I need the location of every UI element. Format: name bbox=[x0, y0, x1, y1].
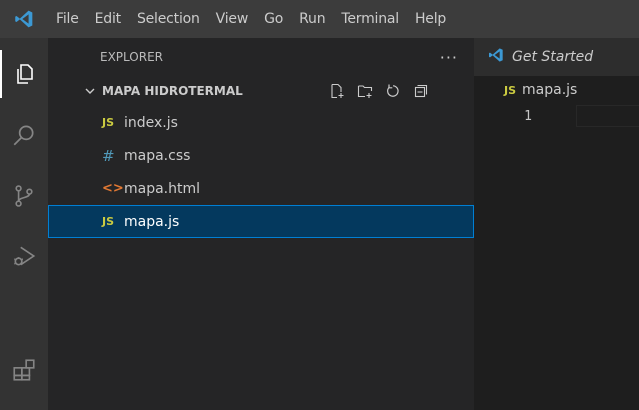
tab-get-started[interactable]: Get Started bbox=[474, 38, 639, 76]
extensions-icon[interactable] bbox=[0, 346, 48, 394]
menu-bar: File Edit Selection View Go Run Terminal… bbox=[0, 0, 639, 38]
folder-actions bbox=[328, 76, 430, 106]
editor-area: Get Started JS mapa.js 1 bbox=[474, 38, 639, 410]
menu-file[interactable]: File bbox=[48, 0, 87, 38]
breadcrumb-file[interactable]: mapa.js bbox=[522, 82, 577, 98]
explorer-icon[interactable] bbox=[0, 50, 48, 98]
tab-bar: Get Started bbox=[474, 38, 639, 76]
js-file-icon: JS bbox=[102, 215, 115, 228]
search-icon[interactable] bbox=[0, 111, 48, 159]
code-line[interactable]: 1 bbox=[474, 104, 639, 128]
js-file-icon: JS bbox=[102, 116, 115, 129]
menu-edit[interactable]: Edit bbox=[87, 0, 129, 38]
file-item-mapa-js[interactable]: JS mapa.js bbox=[48, 205, 474, 238]
chevron-down-icon bbox=[84, 85, 96, 97]
file-item-index-js[interactable]: JS index.js bbox=[48, 106, 474, 139]
file-name: index.js bbox=[124, 114, 178, 131]
new-file-icon[interactable] bbox=[328, 82, 346, 100]
menu-view[interactable]: View bbox=[208, 0, 256, 38]
explorer-title: EXPLORER bbox=[100, 50, 163, 64]
menu-run[interactable]: Run bbox=[291, 0, 333, 38]
explorer-header: EXPLORER ··· bbox=[48, 38, 474, 76]
vscode-logo-icon bbox=[488, 47, 504, 67]
run-debug-icon[interactable] bbox=[0, 232, 48, 280]
line-number: 1 bbox=[524, 108, 532, 124]
current-line-highlight bbox=[576, 105, 639, 127]
refresh-icon[interactable] bbox=[384, 82, 402, 100]
tab-label: Get Started bbox=[512, 49, 594, 65]
source-control-icon[interactable] bbox=[0, 172, 48, 220]
js-file-icon: JS bbox=[504, 83, 517, 97]
menu-go[interactable]: Go bbox=[256, 0, 291, 38]
more-actions-button[interactable]: ··· bbox=[440, 48, 458, 67]
file-item-mapa-html[interactable]: <> mapa.html bbox=[48, 172, 474, 205]
folder-name: MAPA HIDROTERMAL bbox=[102, 84, 243, 98]
css-file-icon: # bbox=[102, 146, 115, 165]
file-name: mapa.css bbox=[124, 147, 191, 164]
activity-bar bbox=[0, 38, 48, 410]
file-name: mapa.html bbox=[124, 180, 201, 197]
new-folder-icon[interactable] bbox=[356, 82, 374, 100]
menu-terminal[interactable]: Terminal bbox=[333, 0, 407, 38]
folder-header[interactable]: MAPA HIDROTERMAL bbox=[48, 76, 474, 106]
menu-help[interactable]: Help bbox=[407, 0, 454, 38]
html-file-icon: <> bbox=[102, 181, 124, 196]
breadcrumb: JS mapa.js bbox=[474, 76, 639, 104]
file-item-mapa-css[interactable]: # mapa.css bbox=[48, 139, 474, 172]
explorer-sidebar: EXPLORER ··· MAPA HIDROTERMAL JS index.j… bbox=[48, 38, 474, 410]
vscode-logo-icon bbox=[0, 0, 48, 38]
collapse-all-icon[interactable] bbox=[412, 82, 430, 100]
menu-selection[interactable]: Selection bbox=[129, 0, 208, 38]
file-name: mapa.js bbox=[124, 213, 180, 230]
